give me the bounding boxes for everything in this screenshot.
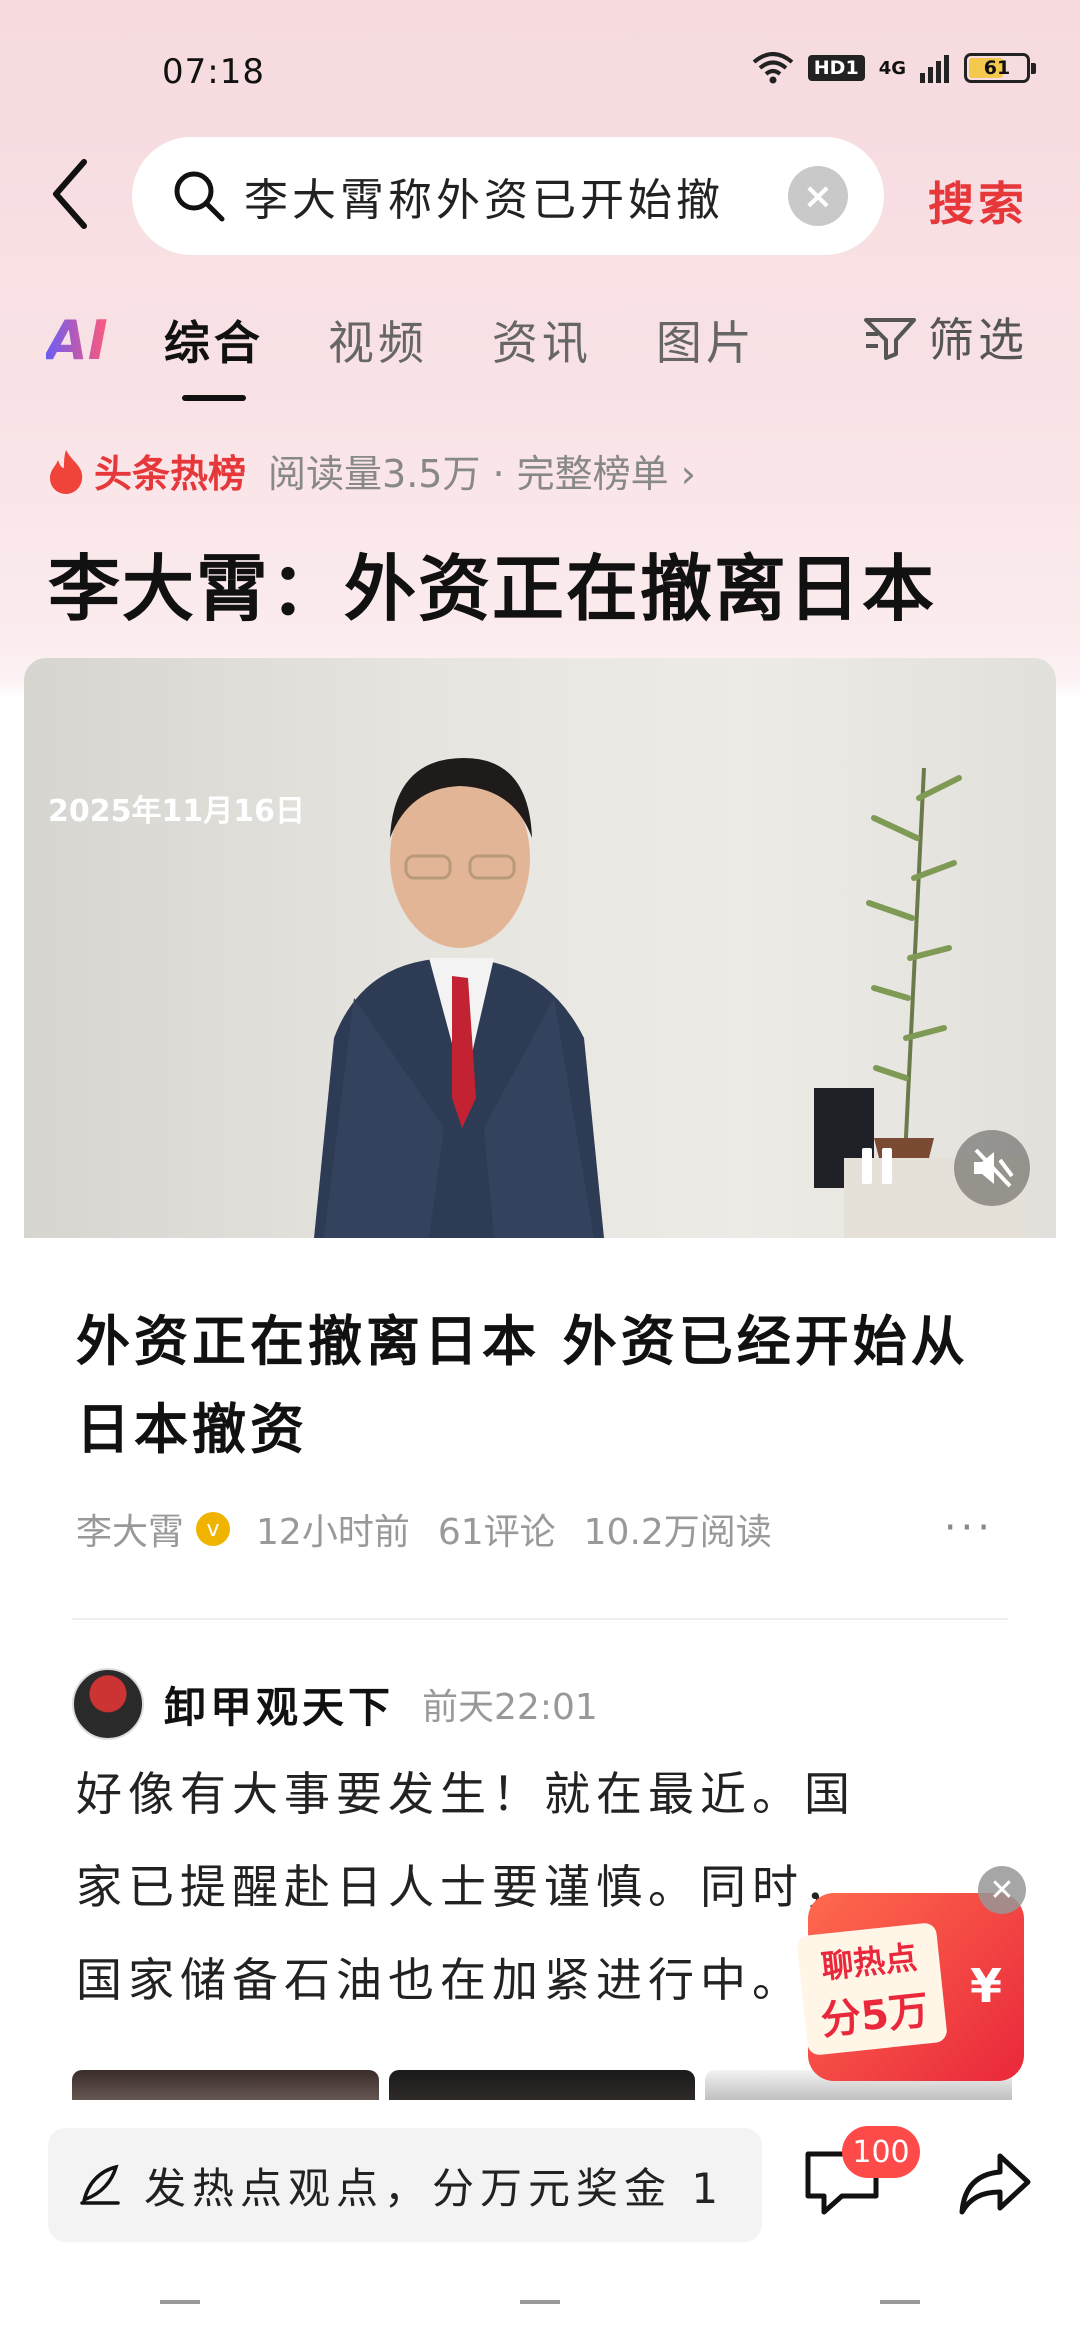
- search-button[interactable]: 搜索: [928, 168, 1028, 234]
- filter-label: 筛选: [928, 313, 1028, 367]
- comment-body[interactable]: 好像有大事要发生！就在最近。国家已提醒赴日人士要谨慎。同时，国家储备石油也在加紧…: [76, 1748, 876, 2027]
- verified-icon: v: [196, 1512, 231, 1546]
- pen-icon: [80, 2164, 120, 2205]
- signal-icon: [920, 55, 949, 83]
- article-title[interactable]: 外资正在撤离日本 外资已经开始从日本撤资: [76, 1298, 1006, 1474]
- page-headline[interactable]: 李大霄：外资正在撤离日本: [48, 530, 936, 635]
- comment-time: 前天22:01: [422, 1687, 598, 1728]
- article-meta: 李大霄 v 12小时前 61评论 10.2万阅读 ···: [76, 1503, 1036, 1555]
- tab-news[interactable]: 资讯: [492, 307, 592, 373]
- battery-level: 61: [983, 57, 1011, 79]
- promo-floating-button[interactable]: 聊热点 分5万 ¥: [796, 1893, 1024, 2081]
- promo-line2: 分5万: [818, 1987, 931, 2045]
- menu-nav-icon[interactable]: [160, 2300, 200, 2318]
- bottom-bar: 发热点观点，分万元奖金 1. 100: [0, 2100, 1080, 2340]
- comment-username[interactable]: 卸甲观天下: [164, 1674, 394, 1735]
- flame-icon: [50, 449, 83, 494]
- publish-time: 12小时前: [256, 1512, 410, 1553]
- home-nav-icon[interactable]: [520, 2300, 560, 2318]
- back-arrow-icon: [53, 159, 87, 229]
- comment-input-placeholder: 发热点观点，分万元奖金 1.: [144, 2163, 724, 2213]
- share-icon: [959, 2153, 1031, 2215]
- status-time: 07:18: [162, 52, 265, 92]
- filter-button[interactable]: 筛选: [862, 304, 1028, 370]
- tab-video[interactable]: 视频: [328, 307, 428, 373]
- system-nav: [0, 2300, 1080, 2340]
- video-date-overlay: 2025年11月16日: [48, 794, 305, 829]
- hd-badge: HD1: [807, 55, 865, 81]
- back-button[interactable]: [50, 158, 100, 230]
- author-name[interactable]: 李大霄: [76, 1503, 184, 1555]
- search-tabs: AI 综合 视频 资讯 图片 筛选: [46, 290, 1036, 401]
- filter-icon: [864, 318, 916, 360]
- divider: [72, 1618, 1008, 1620]
- hot-ranking-label: 头条热榜: [94, 452, 247, 496]
- tab-comprehensive[interactable]: 综合: [164, 307, 264, 401]
- share-button[interactable]: [958, 2150, 1032, 2220]
- status-icons: HD1 4G 61: [752, 52, 1036, 84]
- read-count: 10.2万阅读: [583, 1512, 772, 1553]
- comment-count-badge: 100: [842, 2126, 920, 2178]
- muted-speaker-icon: [974, 1148, 1014, 1188]
- clear-search-button[interactable]: ×: [788, 166, 848, 226]
- promo-close-button[interactable]: ✕: [978, 1866, 1026, 1914]
- hot-ranking-row[interactable]: 头条热榜 阅读量3.5万 · 完整榜单 ›: [46, 443, 696, 498]
- search-query[interactable]: 李大霄称外资已开始撤: [244, 164, 764, 228]
- wifi-icon: [752, 52, 794, 84]
- comment-header: 卸甲观天下 前天22:01: [72, 1668, 598, 1740]
- network-label: 4G: [878, 57, 906, 79]
- yen-icon: ¥: [969, 1959, 1002, 2013]
- close-icon: ×: [802, 175, 834, 217]
- more-options-button[interactable]: ···: [944, 1505, 994, 1551]
- back-nav-icon[interactable]: [880, 2300, 920, 2318]
- comment-input[interactable]: 发热点观点，分万元奖金 1.: [48, 2128, 762, 2242]
- battery-icon: 61: [964, 53, 1036, 83]
- tab-images[interactable]: 图片: [656, 307, 756, 373]
- tab-ai[interactable]: AI: [46, 309, 108, 372]
- avatar[interactable]: [72, 1668, 144, 1740]
- pause-button[interactable]: [862, 1148, 892, 1184]
- mute-button[interactable]: [954, 1130, 1030, 1206]
- promo-tag: 聊热点 分5万: [796, 1922, 948, 2056]
- search-input[interactable]: 李大霄称外资已开始撤 ×: [132, 137, 884, 255]
- video-player[interactable]: 2025年11月16日: [24, 658, 1056, 1238]
- video-frame: [314, 758, 1024, 1238]
- comment-count: 61评论: [437, 1512, 556, 1553]
- hot-ranking-meta[interactable]: 阅读量3.5万 · 完整榜单 ›: [268, 443, 696, 498]
- search-icon: [174, 171, 225, 222]
